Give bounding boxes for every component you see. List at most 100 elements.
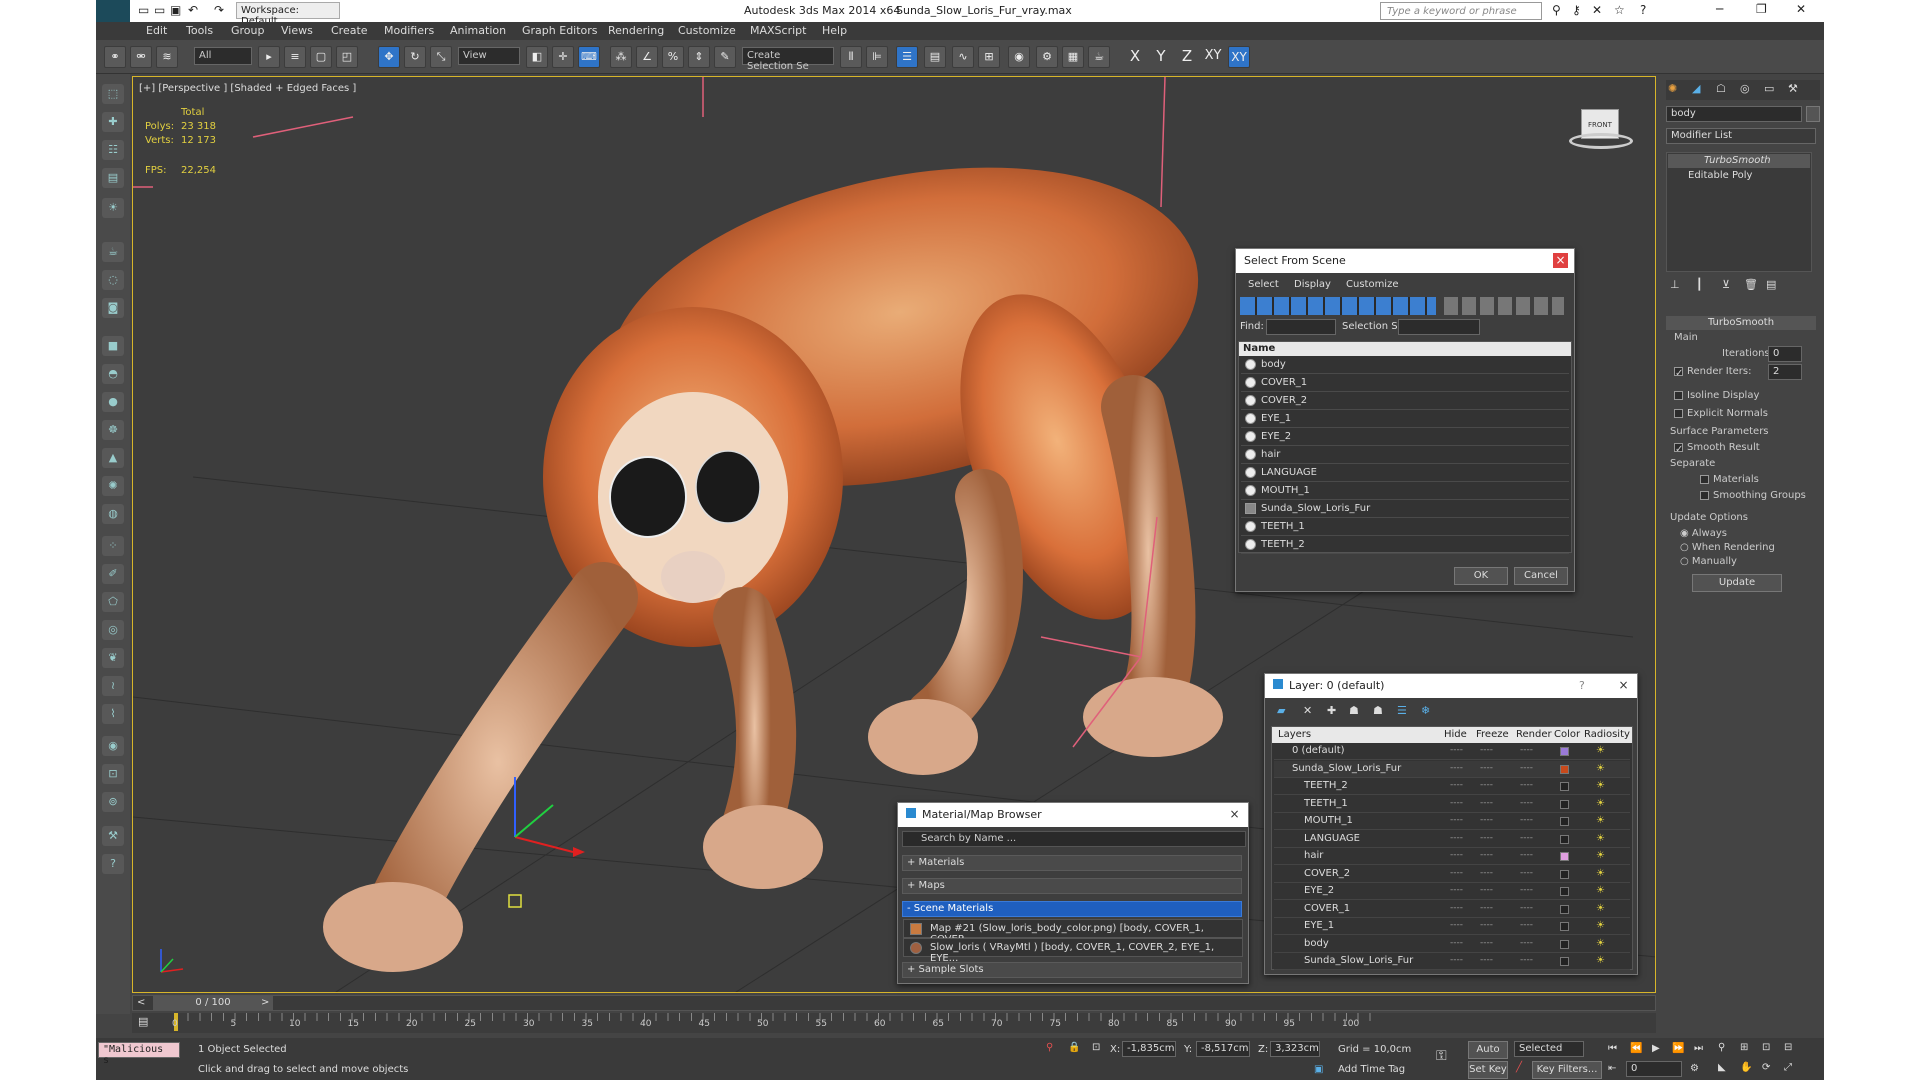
rect-selection-icon[interactable]: ▢ (310, 46, 332, 68)
axis-z-icon[interactable]: Z (1176, 46, 1198, 68)
layer-color-swatch[interactable] (1560, 764, 1569, 774)
layer-color-swatch[interactable] (1560, 834, 1569, 844)
current-frame-field[interactable]: 0 (1626, 1061, 1682, 1077)
layer-color-swatch[interactable] (1560, 904, 1569, 914)
modify-tab-icon[interactable]: ◢ (1692, 82, 1700, 95)
col-layers[interactable]: Layers (1278, 729, 1311, 740)
add-to-layer-icon[interactable]: ✚ (1327, 704, 1336, 717)
render-iters-spinner[interactable]: 2 (1768, 364, 1802, 380)
sfs-row-mouth-1[interactable]: MOUTH_1 (1241, 482, 1569, 500)
plant-icon[interactable]: ❦ (102, 648, 124, 668)
motion-tab-icon[interactable]: ◎ (1740, 82, 1750, 95)
menu-animation[interactable]: Animation (450, 24, 506, 37)
sfs-cancel-button[interactable]: Cancel (1514, 567, 1568, 585)
layer-row[interactable]: EYE_1 ---- ---- ---- ☀ (1274, 918, 1630, 935)
sfs-ok-button[interactable]: OK (1454, 567, 1508, 585)
freeze-all-icon[interactable]: ❄ (1421, 704, 1430, 717)
axis-xy-active-icon[interactable]: XY (1228, 46, 1250, 68)
sfs-row-language[interactable]: LANGUAGE (1241, 464, 1569, 482)
separate-materials-row[interactable]: Materials (1700, 474, 1759, 485)
binoculars-icon[interactable]: ⚲ (1552, 3, 1561, 17)
help-circle-icon[interactable]: ? (102, 854, 124, 874)
layer-render-toggle[interactable]: ---- (1520, 850, 1533, 860)
select-manipulate-icon[interactable]: ✛ (552, 46, 574, 68)
sfs-row-eye-1[interactable]: EYE_1 (1241, 410, 1569, 428)
layer-row[interactable]: body ---- ---- ---- ☀ (1274, 936, 1630, 953)
teapot-icon[interactable]: ☕ (102, 242, 124, 262)
globe-icon[interactable]: ◎ (102, 620, 124, 640)
menu-tools[interactable]: Tools (186, 24, 213, 37)
select-object-icon[interactable]: ▸ (258, 46, 280, 68)
layer-freeze-toggle[interactable]: ---- (1480, 850, 1493, 860)
schematic-view-icon[interactable]: ⊞ (978, 46, 1000, 68)
angle-snap-icon[interactable]: ∠ (636, 46, 658, 68)
object-color-swatch[interactable] (1806, 106, 1820, 122)
time-config-icon[interactable]: ⚙ (1690, 1063, 1699, 1074)
radiosity-icon[interactable]: ☀ (1596, 833, 1605, 844)
viewport-layout-icon[interactable]: ⬚ (102, 84, 124, 104)
material-browser-close-button[interactable]: × (1227, 807, 1242, 822)
sun-icon[interactable]: ✺ (102, 476, 124, 496)
select-scale-icon[interactable]: ⤡ (430, 46, 452, 68)
key-filters-button[interactable]: Key Filters... (1532, 1061, 1602, 1079)
track-bar[interactable]: ▤ 0 5 10 15 20 25 30 35 40 45 50 55 60 65 70 75 80 85 90 95… (132, 1013, 1656, 1033)
light-icon[interactable]: ☀ (102, 198, 124, 218)
material-item-slow-loris[interactable]: Slow_loris ( VRayMtl ) [body, COVER_1, C… (903, 938, 1243, 964)
radiosity-icon[interactable]: ☀ (1596, 815, 1605, 826)
layer-hide-toggle[interactable]: ---- (1450, 833, 1463, 843)
previous-frame-icon[interactable]: ⏪ (1630, 1043, 1642, 1054)
axis-x-icon[interactable]: X (1124, 46, 1146, 68)
layer-hide-toggle[interactable]: ---- (1450, 798, 1463, 808)
help-search-input[interactable]: Type a keyword or phrase (1380, 2, 1542, 20)
layer-hide-toggle[interactable]: ---- (1450, 868, 1463, 878)
pivot-center-icon[interactable]: ◧ (526, 46, 548, 68)
render-production-icon[interactable]: ☕ (1088, 46, 1110, 68)
particles-icon[interactable]: ⁘ (102, 536, 124, 556)
highlight-layer-icon[interactable]: ☗ (1373, 704, 1383, 717)
time-slider-thumb[interactable]: 0 / 100 (153, 996, 273, 1010)
hide-all-icon[interactable]: ☰ (1397, 704, 1407, 717)
layer-hide-toggle[interactable]: ---- (1450, 763, 1463, 773)
group-sample-slots[interactable]: + Sample Slots (902, 962, 1242, 978)
isoline-checkbox[interactable] (1674, 390, 1683, 400)
sfs-selection-set-combo[interactable] (1398, 319, 1480, 335)
camera-icon[interactable]: ◙ (102, 298, 124, 318)
box-primitive-icon[interactable]: ■ (102, 336, 124, 356)
layer-freeze-toggle[interactable]: ---- (1480, 903, 1493, 913)
select-move-icon[interactable]: ✥ (378, 46, 400, 68)
selected-combo[interactable]: Selected (1514, 1041, 1584, 1057)
mirror-icon[interactable]: ⫴ (840, 46, 862, 68)
layer-render-toggle[interactable]: ---- (1520, 780, 1533, 790)
layer-render-toggle[interactable]: ---- (1520, 885, 1533, 895)
menu-create[interactable]: Create (331, 24, 368, 37)
sfs-row-hair[interactable]: hair (1241, 446, 1569, 464)
layer-freeze-toggle[interactable]: ---- (1480, 833, 1493, 843)
layer-freeze-toggle[interactable]: ---- (1480, 815, 1493, 825)
utilities-tab-icon[interactable]: ⚒ (1788, 82, 1798, 95)
sfs-filter-buttons[interactable] (1240, 297, 1436, 315)
layer-render-toggle[interactable]: ---- (1520, 903, 1533, 913)
menu-maxscript[interactable]: MAXScript (750, 24, 806, 37)
help-icon[interactable]: ? (1640, 3, 1646, 17)
material-item-map-21[interactable]: Map #21 (Slow_loris_body_color.png) [bod… (903, 919, 1243, 945)
layer-freeze-toggle[interactable]: ---- (1480, 798, 1493, 808)
menu-rendering[interactable]: Rendering (608, 24, 664, 37)
layer-row[interactable]: MOUTH_1 ---- ---- ---- ☀ (1274, 813, 1630, 830)
menu-group[interactable]: Group (231, 24, 265, 37)
radiosity-icon[interactable]: ☀ (1596, 955, 1605, 966)
isoline-row[interactable]: Isoline Display (1674, 390, 1759, 401)
smooth-result-row[interactable]: ✓ Smooth Result (1674, 442, 1760, 455)
configure-sets-icon[interactable]: ▤ (1766, 278, 1776, 291)
zoom-all-icon[interactable]: ⊞ (1740, 1042, 1748, 1053)
sfs-find-input[interactable] (1266, 319, 1336, 335)
maximize-viewport-icon[interactable]: ⤢ (1784, 1062, 1792, 1073)
maxscript-listener[interactable]: "Malicious s (98, 1042, 180, 1066)
time-prev-icon[interactable]: < (137, 997, 145, 1008)
redo-icon[interactable]: ↷ (214, 3, 224, 17)
layer-render-toggle[interactable]: ---- (1520, 833, 1533, 843)
z-coordinate[interactable]: 3,323cm (1270, 1041, 1320, 1057)
layer-row[interactable]: Sunda_Slow_Loris_Fur ---- ---- ---- ☀ (1274, 760, 1630, 778)
explicit-normals-row[interactable]: Explicit Normals (1674, 408, 1768, 419)
scene-explorer-icon[interactable]: ☷ (102, 140, 124, 160)
remove-modifier-icon[interactable]: 🗑 (1744, 278, 1758, 291)
